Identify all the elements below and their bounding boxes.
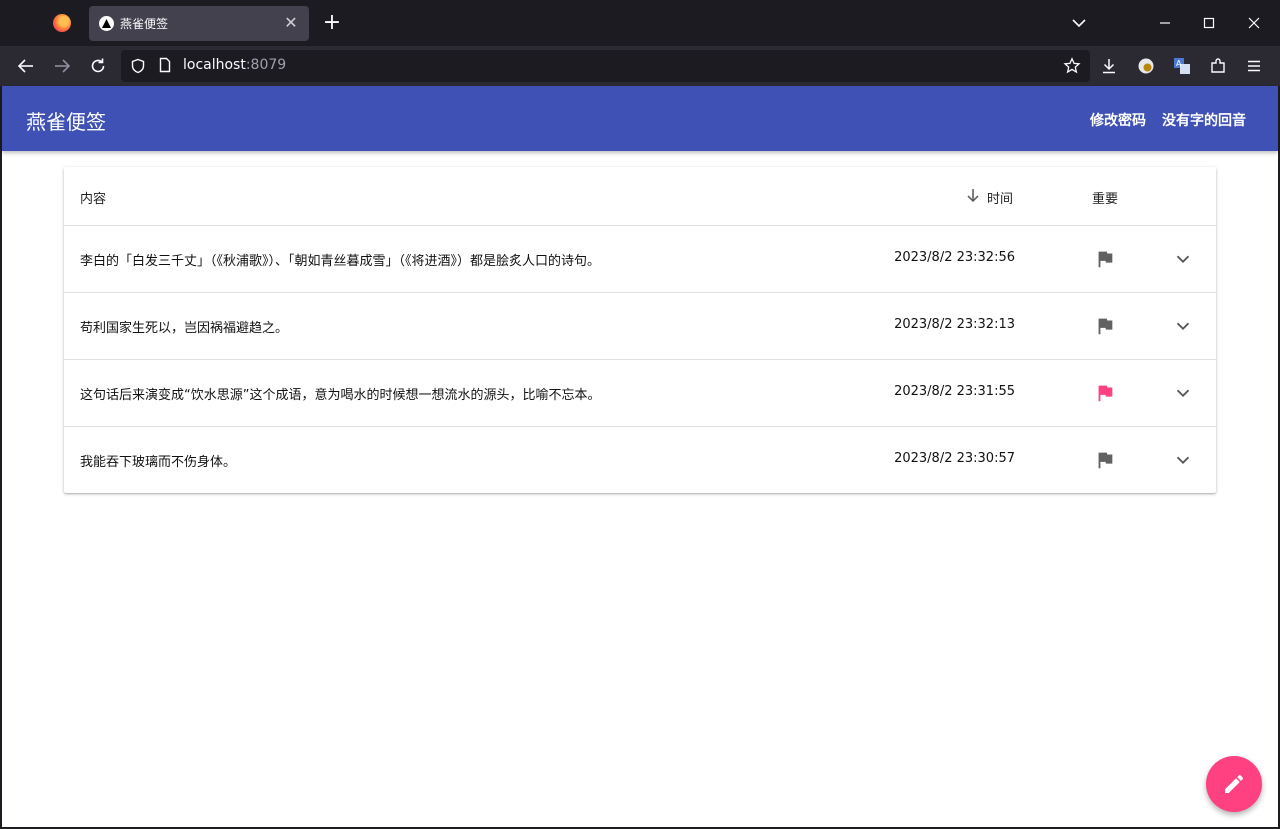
extension-globe-icon[interactable] <box>1136 56 1156 76</box>
app-title: 燕雀便签 <box>26 110 106 134</box>
note-time: 2023/8/2 23:31:55 <box>894 384 1015 399</box>
page-content: 燕雀便签 修改密码 没有字的回音 内容 时间 重要 李白的「白发三千丈」（《秋浦… <box>2 86 1278 827</box>
new-tab-button[interactable]: + <box>320 11 344 35</box>
url-bar[interactable]: localhost:8079 <box>121 50 1090 82</box>
url-text[interactable]: localhost:8079 <box>183 57 286 73</box>
table-body: 李白的「白发三千丈」（《秋浦歌》）、「朝如青丝暮成雪」（《将进酒》）都是脍炙人口… <box>64 226 1216 493</box>
note-content: 这句话后来演变成“饮水思源”这个成语，意为喝水的时候想一想流水的源头，比喻不忘本… <box>80 388 601 403</box>
tab-title: 燕雀便签 <box>120 17 169 31</box>
flag-icon[interactable] <box>1094 382 1116 404</box>
notes-table: 内容 时间 重要 李白的「白发三千丈」（《秋浦歌》）、「朝如青丝暮成雪」（《将进… <box>64 167 1216 493</box>
window-minimize-icon[interactable] <box>1155 13 1175 33</box>
table-row[interactable]: 苟利国家生死以，岂因祸福避趋之。 2023/8/2 23:32:13 <box>64 293 1216 360</box>
menu-hamburger-icon[interactable] <box>1244 56 1264 76</box>
tab-close-icon[interactable]: ✕ <box>281 13 301 33</box>
chevron-down-icon[interactable] <box>1172 449 1194 471</box>
new-note-button[interactable] <box>1206 756 1262 812</box>
window-maximize-icon[interactable] <box>1199 13 1219 33</box>
translate-icon[interactable]: A <box>1172 56 1192 76</box>
table-row[interactable]: 李白的「白发三千丈」（《秋浦歌》）、「朝如青丝暮成雪」（《将进酒》）都是脍炙人口… <box>64 226 1216 293</box>
tracking-shield-icon[interactable] <box>130 58 146 74</box>
column-header-important: 重要 <box>1092 192 1119 207</box>
tab-list-chevron-icon[interactable] <box>1069 13 1089 33</box>
chevron-down-icon[interactable] <box>1172 315 1194 337</box>
table-row[interactable]: 这句话后来演变成“饮水思源”这个成语，意为喝水的时候想一想流水的源头，比喻不忘本… <box>64 360 1216 427</box>
window-close-icon[interactable] <box>1244 13 1264 33</box>
extensions-puzzle-icon[interactable] <box>1208 56 1228 76</box>
note-time: 2023/8/2 23:30:57 <box>894 451 1015 466</box>
column-header-time[interactable]: 时间 <box>987 188 1013 207</box>
reload-icon[interactable] <box>87 55 109 77</box>
browser-tab-bar: 燕雀便签 ✕ + <box>0 0 1280 46</box>
note-content: 我能吞下玻璃而不伤身体。 <box>80 455 237 470</box>
tab-favicon-icon <box>99 16 114 31</box>
chevron-down-icon[interactable] <box>1172 382 1194 404</box>
table-header: 内容 时间 重要 <box>64 167 1216 226</box>
bookmark-star-icon[interactable] <box>1063 57 1081 75</box>
note-content: 李白的「白发三千丈」（《秋浦歌》）、「朝如青丝暮成雪」（《将进酒》）都是脍炙人口… <box>80 254 601 269</box>
arrow-down-icon[interactable] <box>965 187 981 203</box>
forward-arrow-icon[interactable] <box>51 55 73 77</box>
chevron-down-icon[interactable] <box>1172 248 1194 270</box>
table-row[interactable]: 我能吞下玻璃而不伤身体。 2023/8/2 23:30:57 <box>64 427 1216 494</box>
pencil-icon <box>1225 774 1244 793</box>
firefox-icon[interactable] <box>53 14 71 32</box>
download-icon[interactable] <box>1099 56 1119 76</box>
flag-icon[interactable] <box>1094 449 1116 471</box>
change-password-link[interactable]: 修改密码 <box>1090 110 1146 130</box>
note-time: 2023/8/2 23:32:56 <box>894 250 1015 265</box>
flag-icon[interactable] <box>1094 248 1116 270</box>
note-content: 苟利国家生死以，岂因祸福避趋之。 <box>80 321 289 336</box>
page-info-icon[interactable] <box>157 57 173 73</box>
url-port: :8079 <box>245 57 287 73</box>
column-header-content: 内容 <box>80 192 107 207</box>
app-bar: 燕雀便签 修改密码 没有字的回音 <box>2 86 1278 151</box>
note-time: 2023/8/2 23:32:13 <box>894 317 1015 332</box>
back-arrow-icon[interactable] <box>15 55 37 77</box>
browser-nav-bar: localhost:8079 A <box>0 46 1280 86</box>
svg-text:A: A <box>1176 59 1182 68</box>
browser-tab-active[interactable]: 燕雀便签 ✕ <box>89 6 309 41</box>
flag-icon[interactable] <box>1094 315 1116 337</box>
user-name-link[interactable]: 没有字的回音 <box>1162 110 1246 130</box>
url-host: localhost <box>183 57 246 73</box>
